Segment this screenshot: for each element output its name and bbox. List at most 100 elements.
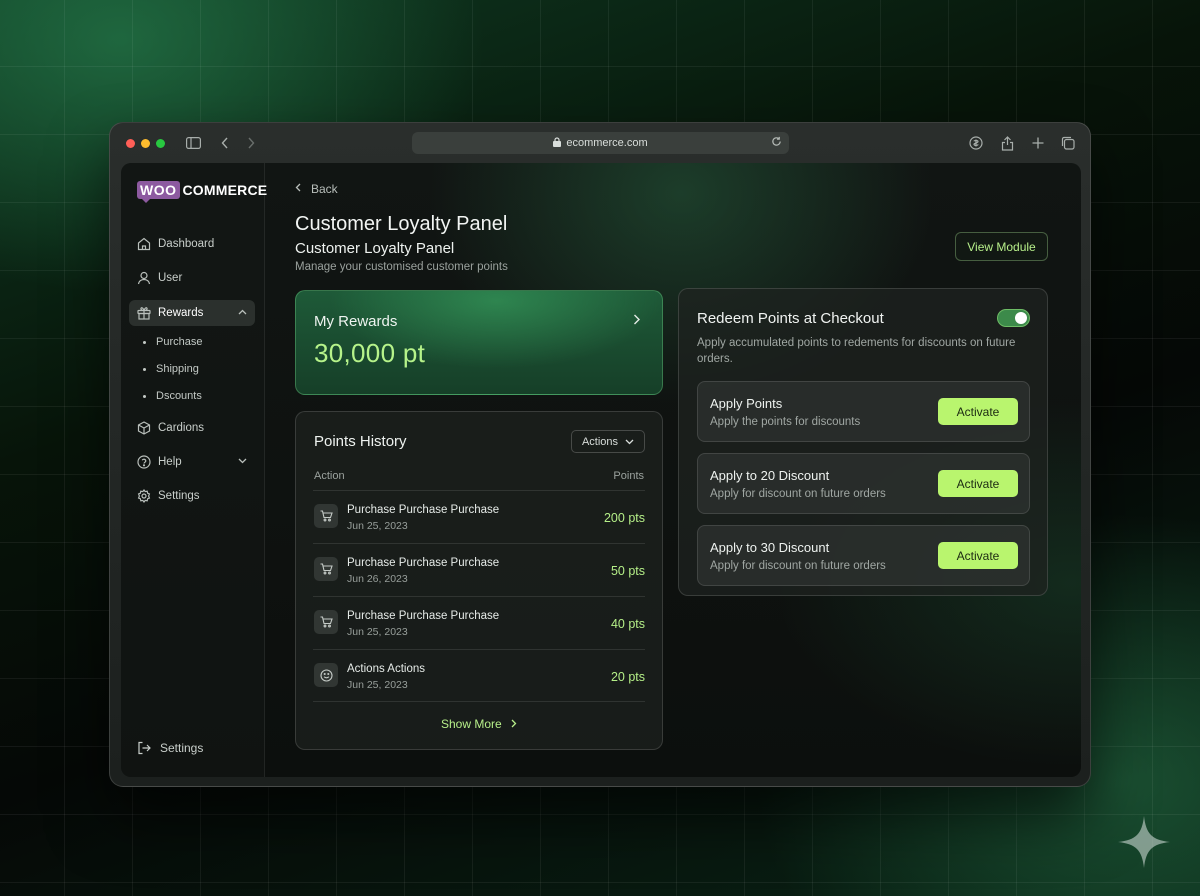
back-link[interactable]: Back (295, 182, 338, 196)
sidebar-item-help[interactable]: Help (129, 449, 255, 475)
minimize-window-button[interactable] (141, 139, 150, 148)
back-label: Back (311, 182, 338, 196)
activate-button[interactable]: Activate (938, 398, 1018, 425)
sidebar-footer-label: Settings (160, 741, 204, 755)
option-name: Apply Points (710, 396, 783, 411)
column-header-points: Points (613, 470, 644, 482)
tabs-overview-icon[interactable] (1059, 134, 1077, 152)
sidebar-subitem-label: Purchase (156, 336, 203, 348)
sidebar-item-rewards[interactable]: Rewards (129, 300, 255, 326)
points-history-card: Points History Actions Action Points Pur… (295, 411, 663, 750)
sidebar-item-dashboard[interactable]: Dashboard (129, 231, 255, 257)
sidebar-item-user[interactable]: User (129, 265, 255, 291)
app-content: WOO COMMERCE Dashboard User Rewards Purc… (121, 163, 1081, 777)
url-text: ecommerce.com (566, 137, 648, 149)
sidebar-item-settings[interactable]: Settings (129, 483, 255, 509)
option-description: Apply the points for discounts (710, 416, 861, 428)
back-arrow-icon[interactable] (216, 134, 234, 152)
redeem-description: Apply accumulated points to redements fo… (697, 337, 1016, 365)
history-points: 200 pts (603, 511, 645, 525)
history-action-date: Jun 25, 2023 (347, 679, 408, 691)
history-points: 40 pts (610, 617, 645, 631)
history-row[interactable]: Purchase Purchase Purchase Jun 26, 2023 … (313, 543, 645, 596)
cart-icon (314, 504, 338, 528)
redeem-title: Redeem Points at Checkout (697, 310, 884, 327)
redeem-option-30-discount: Apply to 30 Discount Apply for discount … (697, 525, 1030, 586)
sidebar-item-cardions[interactable]: Cardions (129, 415, 255, 441)
redeem-option-apply-points: Apply Points Apply the points for discou… (697, 381, 1030, 442)
history-action-date: Jun 26, 2023 (347, 573, 408, 585)
bullet-dot (143, 367, 146, 371)
chevron-right-icon[interactable] (633, 313, 640, 328)
chevron-down-icon[interactable] (238, 456, 247, 467)
sidebar-item-label: Dashboard (158, 238, 215, 250)
history-row[interactable]: Actions Actions Jun 25, 2023 20 pts (313, 649, 645, 702)
forward-arrow-icon[interactable] (242, 134, 260, 152)
history-action-date: Jun 25, 2023 (347, 626, 408, 638)
rewards-value: 30,000 pt (314, 338, 426, 368)
history-row[interactable]: Purchase Purchase Purchase Jun 25, 2023 … (313, 490, 645, 543)
actions-dropdown[interactable]: Actions (571, 430, 645, 453)
sidebar-footer-settings[interactable]: Settings (137, 741, 203, 755)
my-rewards-card[interactable]: My Rewards 30,000 pt (295, 290, 663, 395)
close-window-button[interactable] (126, 139, 135, 148)
redeem-points-card: Redeem Points at Checkout Apply accumula… (678, 288, 1048, 596)
toggle-knob (1015, 312, 1027, 324)
chevron-down-icon (625, 437, 634, 447)
history-row[interactable]: Purchase Purchase Purchase Jun 25, 2023 … (313, 596, 645, 649)
view-module-button[interactable]: View Module (955, 232, 1048, 261)
help-circle-icon (137, 455, 151, 469)
chevron-up-icon[interactable] (238, 307, 247, 318)
sidebar-item-label: User (158, 272, 183, 284)
user-icon (137, 271, 151, 285)
new-tab-icon[interactable] (1029, 134, 1047, 152)
option-description: Apply for discount on future orders (710, 560, 886, 572)
page-subtitle: Customer Loyalty Panel (295, 240, 455, 257)
option-description: Apply for discount on future orders (710, 488, 886, 500)
show-more-label: Show More (440, 717, 502, 731)
logout-icon (137, 741, 151, 755)
main-panel: Back Customer Loyalty Panel Customer Loy… (265, 163, 1081, 777)
box-icon (137, 421, 151, 435)
show-more-link[interactable]: Show More (296, 717, 662, 731)
column-header-action: Action (314, 470, 345, 482)
points-history-title: Points History (314, 433, 407, 450)
history-points: 50 pts (610, 564, 645, 578)
history-action-name: Actions Actions (347, 663, 425, 675)
sidebar-toggle-icon[interactable] (184, 134, 202, 152)
address-bar[interactable]: ecommerce.com (412, 132, 789, 154)
sidebar: WOO COMMERCE Dashboard User Rewards Purc… (121, 163, 267, 777)
sidebar-item-label: Cardions (158, 422, 205, 434)
reload-icon[interactable] (771, 136, 782, 150)
sidebar-subitem-shipping[interactable]: Shipping (143, 363, 199, 375)
privacy-icon[interactable] (967, 134, 985, 152)
activate-button[interactable]: Activate (938, 470, 1018, 497)
sidebar-subitem-label: Dscounts (156, 390, 202, 402)
gear-icon (137, 489, 151, 503)
home-icon (137, 237, 151, 251)
lock-icon (553, 137, 562, 149)
sidebar-subitem-purchase[interactable]: Purchase (143, 336, 202, 348)
option-name: Apply to 20 Discount (710, 468, 830, 483)
chevron-left-icon (295, 183, 301, 195)
cart-icon (314, 610, 338, 634)
rewards-label: My Rewards (314, 313, 398, 330)
logo-woo: WOO (137, 181, 180, 203)
history-action-date: Jun 25, 2023 (347, 520, 408, 532)
sidebar-subitem-label: Shipping (156, 363, 199, 375)
option-name: Apply to 30 Discount (710, 540, 830, 555)
browser-window: ecommerce.com WOO COMMERCE Dashboard Use… (109, 122, 1091, 787)
history-points: 20 pts (610, 670, 645, 684)
history-action-name: Purchase Purchase Purchase (347, 504, 500, 516)
sidebar-subitem-discounts[interactable]: Dscounts (143, 390, 202, 402)
share-icon[interactable] (998, 134, 1016, 152)
activate-button[interactable]: Activate (938, 542, 1018, 569)
sidebar-item-label: Settings (158, 490, 200, 502)
bullet-dot (143, 394, 146, 398)
history-action-name: Purchase Purchase Purchase (347, 557, 500, 569)
smiley-icon (314, 663, 338, 687)
woocommerce-logo[interactable]: WOO COMMERCE (137, 181, 267, 203)
sparkle-icon (1118, 816, 1170, 868)
redeem-toggle[interactable] (997, 309, 1030, 327)
maximize-window-button[interactable] (156, 139, 165, 148)
